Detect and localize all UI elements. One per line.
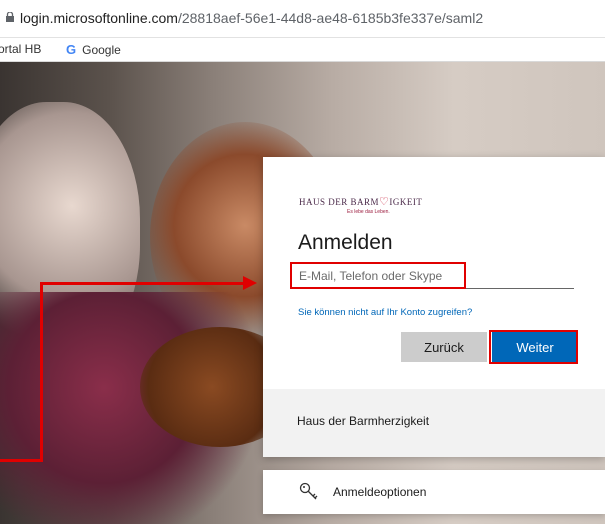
arrow-head-icon (243, 276, 257, 290)
signin-options-button[interactable]: Anmeldeoptionen (263, 470, 605, 514)
bookmark-portal[interactable]: ortal HB (0, 42, 41, 56)
bookmark-google[interactable]: G Google (66, 42, 121, 57)
heart-icon: ♡ (379, 196, 390, 208)
google-icon: G (66, 42, 77, 57)
bookmarks-bar: ortal HB G Google (0, 38, 605, 62)
company-logo: HAUS DER BARM♡IGKEIT Es lebe das Leben. (299, 196, 423, 215)
lock-icon (6, 12, 14, 22)
email-highlight-box (290, 262, 466, 289)
annotation-arrow-line (0, 459, 42, 462)
annotation-arrow-line (40, 282, 43, 462)
page-title: Anmelden (298, 231, 393, 254)
annotation-arrow-line (40, 282, 246, 285)
card-footer: Haus der Barmherzigkeit (263, 389, 605, 457)
next-highlight-box (489, 330, 578, 364)
signin-options-label: Anmeldeoptionen (333, 485, 427, 499)
login-card: HAUS DER BARM♡IGKEIT Es lebe das Leben. … (263, 157, 605, 457)
url-text[interactable]: login.microsoftonline.com/28818aef-56e1-… (20, 10, 483, 26)
address-bar[interactable]: login.microsoftonline.com/28818aef-56e1-… (0, 0, 605, 38)
back-button[interactable]: Zurück (401, 332, 487, 362)
organization-name: Haus der Barmherzigkeit (297, 414, 430, 428)
cant-access-link[interactable]: Sie können nicht auf Ihr Konto zugreifen… (298, 307, 472, 318)
key-icon (299, 482, 319, 507)
